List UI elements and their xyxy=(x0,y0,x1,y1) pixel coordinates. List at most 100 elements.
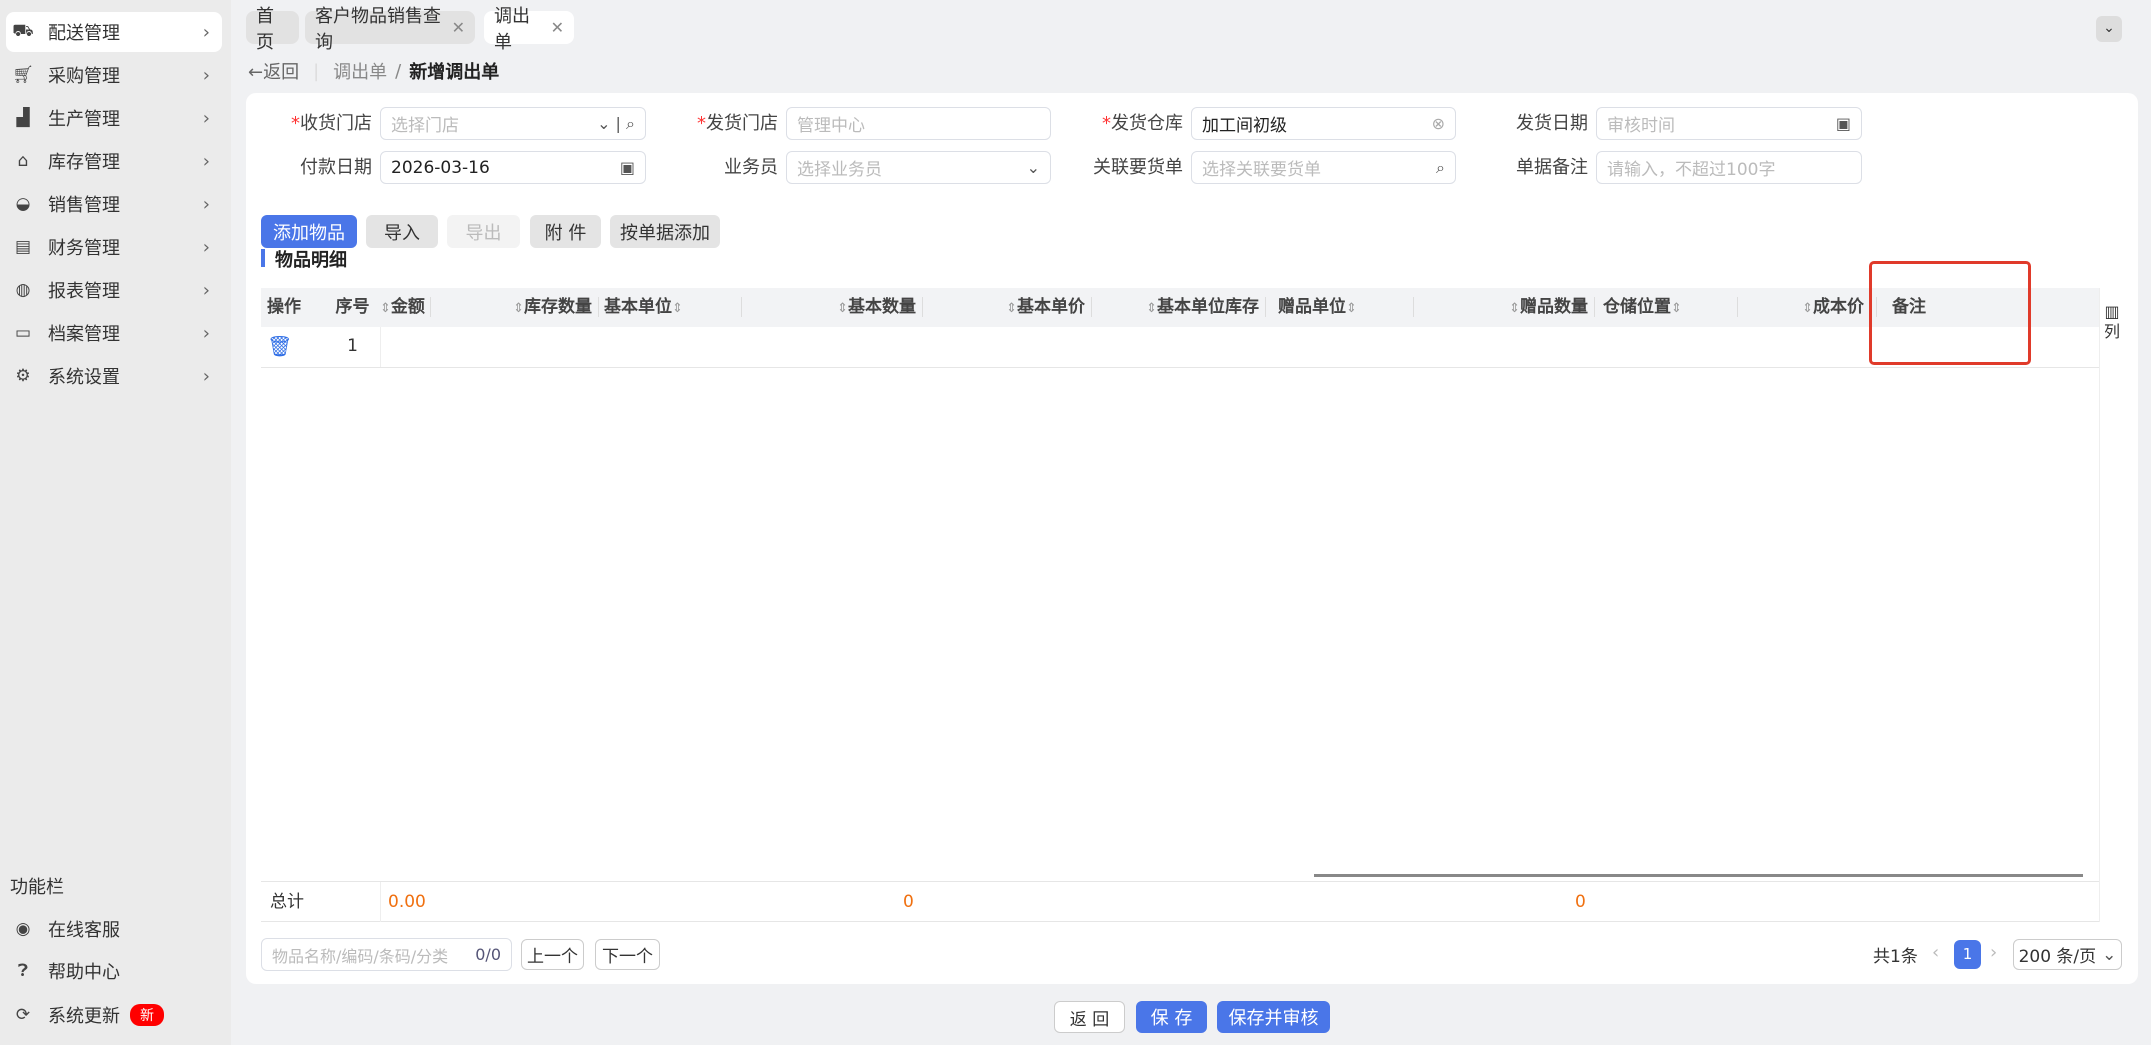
send-store-label: *发货门店 xyxy=(697,113,778,134)
col-base-unit-stock[interactable]: ⇕基本单位库存 xyxy=(1091,288,1265,327)
receipt-icon: ▤ xyxy=(14,237,32,257)
related-order-label: 关联要货单 xyxy=(1093,157,1183,178)
chevron-right-icon: › xyxy=(202,21,210,43)
column-settings-button[interactable]: ▥ 列 xyxy=(2104,302,2120,342)
attachment-button[interactable]: 附 件 xyxy=(530,215,601,248)
chevron-down-icon: ⌄ xyxy=(2103,20,2115,36)
row-divider xyxy=(261,367,2099,368)
sidebar-item-reports[interactable]: ◍ 报表管理 › xyxy=(6,270,222,310)
divider: | xyxy=(313,60,320,82)
delete-icon[interactable]: 🗑︎ xyxy=(267,334,292,358)
inbox-icon: ▭ xyxy=(14,323,32,343)
receive-store-select[interactable]: 选择门店 ⌄ | ⌕ xyxy=(380,107,646,140)
send-store-input[interactable]: 管理中心 xyxy=(786,107,1051,140)
page-size-select[interactable]: 200 条/页 ⌄ xyxy=(2013,939,2122,970)
export-button: 导出 xyxy=(447,215,520,248)
total-amount: 0.00 xyxy=(388,892,426,912)
next-page-icon[interactable]: › xyxy=(1990,942,1997,963)
pay-date-label: 付款日期 xyxy=(300,157,372,178)
close-icon[interactable]: ✕ xyxy=(551,18,564,37)
sidebar-item-archive[interactable]: ▭ 档案管理 › xyxy=(6,313,222,353)
total-label: 总计 xyxy=(270,892,304,912)
send-date-picker[interactable]: 审核时间 ▣ xyxy=(1596,107,1862,140)
section-title: 物品明细 xyxy=(275,250,347,271)
col-stock-qty[interactable]: ⇕库存数量 xyxy=(430,288,598,327)
cart-icon: 🛒︎ xyxy=(12,65,34,85)
horizontal-scrollbar[interactable] xyxy=(1314,874,2083,877)
col-gift-qty[interactable]: ⇕赠品数量 xyxy=(1413,288,1594,327)
chevron-right-icon: › xyxy=(202,150,210,172)
send-warehouse-select[interactable]: 加工间初级 ⊗ xyxy=(1191,107,1456,140)
highlight-box xyxy=(1869,261,2031,365)
chevron-down-icon: ⌄ xyxy=(1026,158,1040,177)
back-label: 返回 xyxy=(263,62,300,83)
sidebar-item-production[interactable]: ▟ 生产管理 › xyxy=(6,98,222,138)
save-and-audit-button[interactable]: 保存并审核 xyxy=(1217,1001,1330,1033)
col-base-qty[interactable]: ⇕基本数量 xyxy=(741,288,922,327)
chevron-right-icon: › xyxy=(202,279,210,301)
save-button[interactable]: 保 存 xyxy=(1136,1001,1207,1033)
col-gift-unit[interactable]: 赠品单位⇕ xyxy=(1272,288,1413,327)
search-icon[interactable]: ⌕ xyxy=(1436,158,1445,178)
gear-icon: ⚙ xyxy=(15,366,31,386)
sidebar-item-settings[interactable]: ⚙ 系统设置 › xyxy=(6,356,222,396)
total-base-qty: 0 xyxy=(903,892,914,912)
sidebar-item-delivery[interactable]: ⛟ 配送管理 › xyxy=(6,12,222,52)
col-action: 操作 xyxy=(267,297,301,317)
sidebar-item-purchase[interactable]: 🛒︎ 采购管理 › xyxy=(6,55,222,95)
col-base-price[interactable]: ⇕基本单价 xyxy=(922,288,1091,327)
item-search-input[interactable]: 物品名称/编码/条码/分类 0/0 xyxy=(261,938,512,971)
total-count: 共1条 xyxy=(1873,947,1918,967)
headset-icon: ◉ xyxy=(15,919,31,939)
page-1[interactable]: 1 xyxy=(1954,940,1981,969)
tabs-dropdown-button[interactable]: ⌄ xyxy=(2096,16,2122,42)
system-update[interactable]: ⟳ 系统更新新 xyxy=(6,995,222,1035)
section-marker xyxy=(261,249,265,267)
col-storage-location[interactable]: 仓储位置⇕ xyxy=(1597,288,1737,327)
col-base-unit[interactable]: 基本单位⇕ xyxy=(598,288,741,327)
tab-home[interactable]: 首页 xyxy=(246,6,299,53)
remark-input[interactable]: 请输入，不超过100字 xyxy=(1596,151,1862,184)
tab-customer-sales-query[interactable]: 客户物品销售查询 ✕ xyxy=(305,6,475,53)
receive-store-label: *收货门店 xyxy=(291,113,372,134)
help-icon: ❓︎ xyxy=(17,961,29,981)
bag-icon: ◒ xyxy=(15,194,31,214)
columns-icon: ▥ xyxy=(2104,302,2120,321)
prev-match-button[interactable]: 上一个 xyxy=(521,939,584,970)
total-gift-qty: 0 xyxy=(1575,892,1586,912)
tab-transfer-out[interactable]: 调出单 ✕ xyxy=(484,6,574,53)
tab-label: 首页 xyxy=(256,5,274,53)
separator: / xyxy=(395,60,402,82)
breadcrumb-parent[interactable]: 调出单 xyxy=(333,58,387,84)
send-warehouse-label: *发货仓库 xyxy=(1102,113,1183,134)
salesman-label: 业务员 xyxy=(724,157,778,178)
globe-icon: ◍ xyxy=(15,280,31,300)
chevron-down-icon: ⌄ xyxy=(2102,944,2117,965)
close-icon[interactable]: ✕ xyxy=(452,18,465,37)
back-button[interactable]: 返 回 xyxy=(1054,1001,1125,1033)
prev-page-icon[interactable]: ‹ xyxy=(1932,942,1939,963)
chevron-right-icon: › xyxy=(202,322,210,344)
next-match-button[interactable]: 下一个 xyxy=(595,939,660,970)
search-count: 0/0 xyxy=(475,945,501,964)
pay-date-picker[interactable]: 2026-03-16 ▣ xyxy=(380,151,646,184)
online-service[interactable]: ◉ 在线客服 xyxy=(6,909,222,949)
col-cost-price[interactable]: ⇕成本价 xyxy=(1737,288,1870,327)
function-bar-title: 功能栏 xyxy=(10,877,64,898)
sidebar: ⛟ 配送管理 › 🛒︎ 采购管理 › ▟ 生产管理 › ⌂ 库存管理 › ◒ 销售管理 › ▤ 财务管… xyxy=(0,0,231,1045)
help-center[interactable]: ❓︎ 帮助中心 xyxy=(6,951,222,991)
chevron-down-search-icon[interactable]: ⌄ | ⌕ xyxy=(597,114,635,134)
sidebar-item-sales[interactable]: ◒ 销售管理 › xyxy=(6,184,222,224)
back-link[interactable]: ←返回 xyxy=(248,58,299,84)
sidebar-item-inventory[interactable]: ⌂ 库存管理 › xyxy=(6,141,222,181)
salesman-select[interactable]: 选择业务员 ⌄ xyxy=(786,151,1051,184)
add-by-document-button[interactable]: 按单据添加 xyxy=(610,215,720,248)
send-date-label: 发货日期 xyxy=(1516,113,1588,134)
sidebar-item-finance[interactable]: ▤ 财务管理 › xyxy=(6,227,222,267)
chevron-right-icon: › xyxy=(202,365,210,387)
import-button[interactable]: 导入 xyxy=(366,215,438,248)
add-item-button[interactable]: 添加物品 xyxy=(261,215,357,248)
clear-icon[interactable]: ⊗ xyxy=(1432,114,1445,133)
col-amount[interactable]: ⇕金额 xyxy=(374,288,430,327)
related-order-select[interactable]: 选择关联要货单 ⌕ xyxy=(1191,151,1456,184)
